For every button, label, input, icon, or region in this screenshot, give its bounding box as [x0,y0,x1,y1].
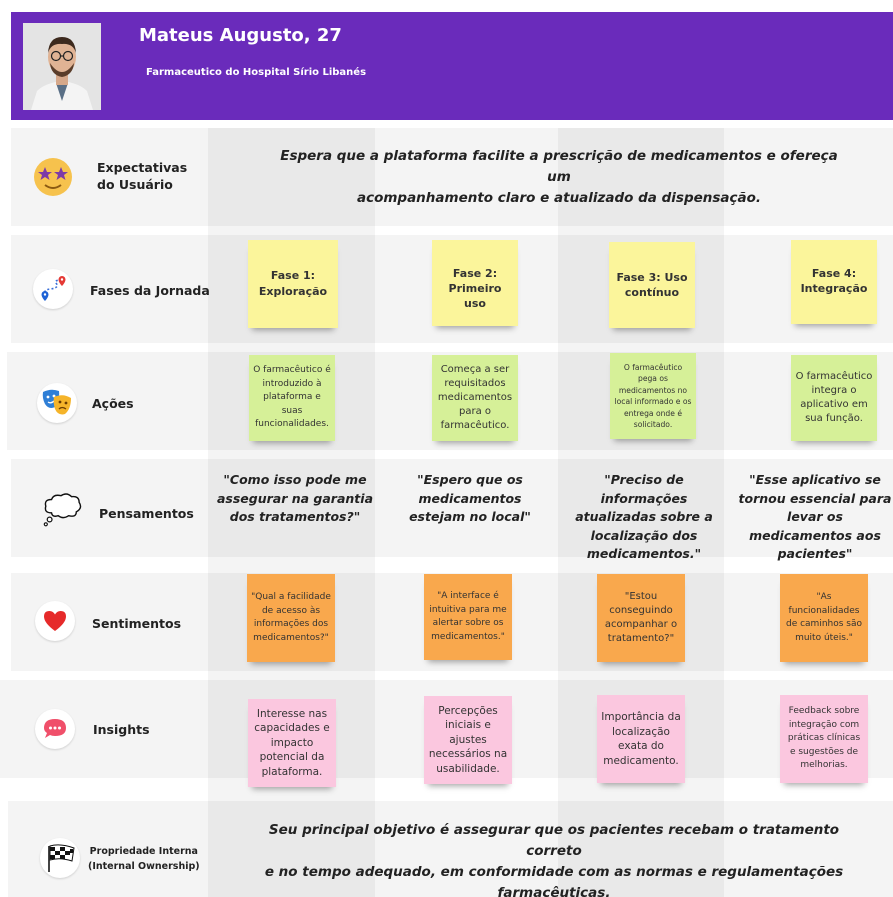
phase-note-3: Fase 3: Uso contínuo [609,242,695,328]
ownership-text: Seu principal objetivo é assegurar que o… [264,822,844,897]
feeling-note-2: "A interface é intuitiva para me alertar… [424,574,512,660]
row-label-feelings: Sentimentos [92,616,182,631]
insight-note-4: Feedback sobre integração com práticas c… [780,695,868,783]
row-label-insights: Insights [93,722,150,737]
thought-3: "Preciso de informações atualizadas sobr… [575,472,713,561]
checkered-flag-icon [40,838,80,878]
insight-note-1: Interesse nas capacidades e impacto pote… [248,699,336,787]
phase-note-4: Fase 4: Integração [791,240,877,324]
journey-map-board: Mateus Augusto, 27 Farmaceutico do Hospi… [0,0,893,897]
thought-1: "Como isso pode me assegurar na garantia… [216,472,374,524]
insight-note-2: Percepções iniciais e ajustes necessário… [424,696,512,784]
row-label-phases: Fases da Jornada [90,283,210,298]
persona-header: Mateus Augusto, 27 Farmaceutico do Hospi… [11,12,893,120]
action-note-2: Começa a ser requisitados medicamentos p… [432,355,518,441]
thought-bubble-icon [42,490,82,530]
persona-photo [23,23,101,110]
persona-name: Mateus Augusto, 27 [139,25,342,46]
row-label-actions: Ações [92,396,134,411]
insight-note-3: Importância da localização exata do medi… [597,695,685,783]
expectations-text: Espera que a plataforma facilite a presc… [280,148,838,206]
route-map-icon [33,269,73,309]
speech-bubble-icon [35,709,75,749]
phase-note-1: Fase 1: Exploração [248,240,338,328]
feeling-note-4: "As funcionalidades de caminhos são muit… [780,574,868,662]
theater-masks-icon [37,383,77,423]
row-label-expectations: Expectativas do Usuário [97,160,188,192]
thought-2: "Espero que os medicamentos estejam no l… [409,472,531,524]
row-label-ownership: Propriedade Interna (Internal Ownership) [88,846,200,872]
action-note-4: O farmacêutico integra o aplicativo em s… [791,355,877,441]
thought-4: "Esse aplicativo se tornou essencial par… [738,472,892,561]
action-note-1: O farmacêutico é introduzido à plataform… [249,355,335,441]
action-note-3: O farmacêutico pega os medicamentos no l… [610,353,696,439]
persona-role: Farmaceutico do Hospital Sírio Libanés [146,67,367,78]
star-eyes-emoji-icon [33,157,73,197]
feeling-note-1: "Qual a facilidade de acesso às informaç… [247,574,335,662]
red-heart-icon [35,601,75,641]
phase-note-2: Fase 2: Primeiro uso [432,240,518,326]
row-label-thoughts: Pensamentos [99,506,194,521]
feeling-note-3: "Estou conseguindo acompanhar o tratamen… [597,574,685,662]
